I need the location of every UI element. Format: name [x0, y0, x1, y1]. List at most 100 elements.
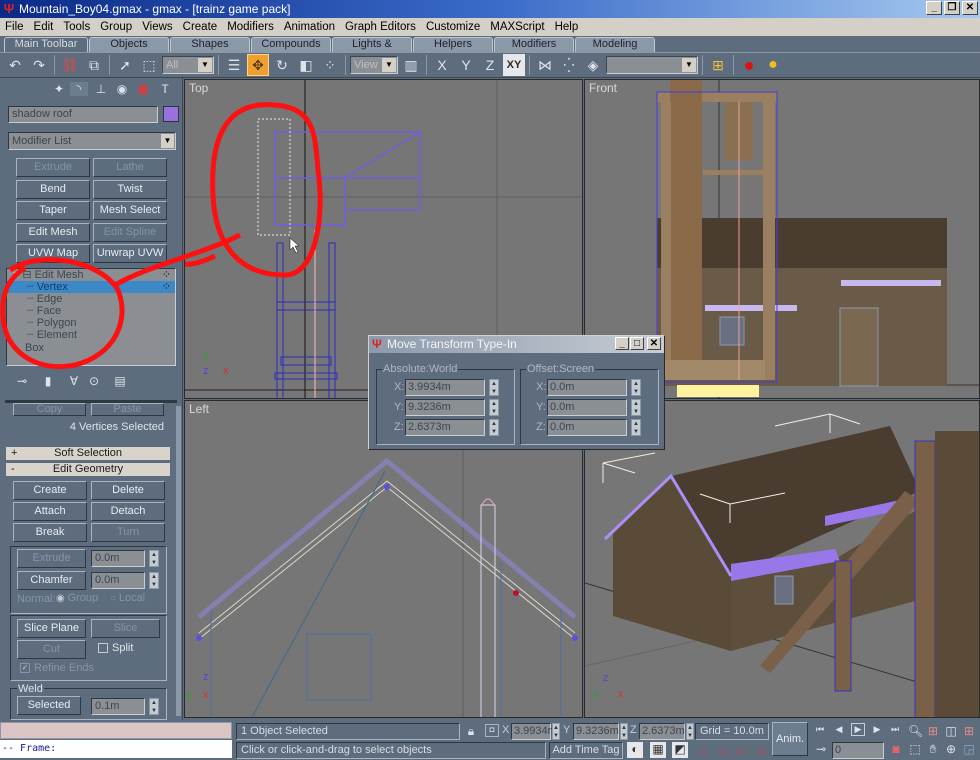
- off-x-spinner[interactable]: ▲ ▼: [631, 379, 641, 396]
- split-checkbox[interactable]: [98, 643, 108, 653]
- modifier-unwrap-uvw-button[interactable]: Unwrap UVW: [93, 244, 167, 263]
- modifier-list-dropdown[interactable]: Modifier List ▼: [8, 132, 176, 150]
- weld-spinner[interactable]: ▲ ▼: [149, 698, 159, 715]
- percent-snap-icon[interactable]: ⌓: [734, 742, 748, 757]
- previous-frame-icon[interactable]: ◀: [832, 724, 846, 735]
- weld-selected-button[interactable]: Selected: [17, 696, 81, 715]
- viewport-label-left[interactable]: Left: [189, 402, 209, 416]
- collapse-icon[interactable]: ⊟: [22, 269, 31, 281]
- tab-lights-cameras[interactable]: Lights & Cameras: [332, 37, 412, 63]
- chamfer-button[interactable]: Chamfer: [17, 571, 86, 590]
- select-by-name-icon[interactable]: ☰: [223, 54, 245, 76]
- restore-button[interactable]: ❐: [944, 1, 960, 15]
- modify-tab-icon[interactable]: ◝: [70, 82, 88, 96]
- viewport-label-front[interactable]: Front: [589, 81, 617, 95]
- time-configuration-icon[interactable]: ◙: [889, 742, 903, 756]
- off-y-spinner[interactable]: ▲ ▼: [631, 399, 641, 416]
- animate-toggle-button[interactable]: Anim.: [772, 722, 808, 756]
- reference-coordinate-dropdown[interactable]: View ▼: [350, 56, 398, 74]
- cut-button[interactable]: Cut: [17, 640, 86, 659]
- tab-helpers[interactable]: Helpers: [413, 37, 493, 52]
- abs-z-field[interactable]: 2.6373m: [405, 419, 485, 436]
- angle-snap-icon[interactable]: ⌓: [716, 742, 730, 757]
- menu-views[interactable]: Views: [137, 21, 177, 33]
- abs-x-field[interactable]: 3.9934m: [405, 379, 485, 396]
- stack-item-box[interactable]: Box: [7, 342, 175, 354]
- weld-threshold-field[interactable]: 0.1m: [91, 698, 145, 715]
- viewport-label-top[interactable]: Top: [189, 81, 208, 95]
- select-and-link-icon[interactable]: ⛓: [59, 54, 81, 76]
- chamfer-amount-field[interactable]: 0.0m: [91, 572, 145, 589]
- tab-objects[interactable]: Objects: [89, 37, 169, 52]
- grid-snap-icon[interactable]: ▦: [650, 742, 666, 758]
- menu-tools[interactable]: Tools: [58, 21, 95, 33]
- extrude-button[interactable]: Extrude: [17, 549, 86, 568]
- zoom-extents-all-icon[interactable]: ⊞: [962, 724, 976, 738]
- named-selection-dropdown[interactable]: ▼: [606, 56, 698, 74]
- zoom-icon[interactable]: 🔍︎: [908, 724, 923, 738]
- select-and-rotate-icon[interactable]: ↻: [271, 54, 293, 76]
- abs-y-spinner[interactable]: ▲ ▼: [489, 399, 499, 416]
- break-button[interactable]: Break: [13, 523, 87, 542]
- pan-icon[interactable]: ✋︎: [926, 742, 940, 757]
- current-frame-field[interactable]: 0: [832, 742, 884, 759]
- zoom-extents-icon[interactable]: ◫: [944, 724, 958, 738]
- lightbulb-icon[interactable]: ♀: [11, 269, 19, 281]
- paste-button[interactable]: Paste: [91, 403, 164, 416]
- restrict-x-button[interactable]: X: [431, 54, 453, 76]
- close-button[interactable]: ✕: [962, 1, 978, 15]
- menu-file[interactable]: File: [0, 21, 29, 33]
- x-coord-field[interactable]: 3.9934m: [511, 723, 557, 740]
- menu-create[interactable]: Create: [178, 21, 223, 33]
- key-mode-icon[interactable]: ⊸: [813, 742, 829, 756]
- x-coord-spinner[interactable]: ▲ ▼: [552, 723, 560, 740]
- tab-shapes[interactable]: Shapes: [170, 37, 250, 52]
- dialog-title-bar[interactable]: Ψ Move Transform Type-In _ □ ✕: [369, 336, 664, 353]
- pivot-center-icon[interactable]: ⁘: [319, 54, 341, 76]
- modifier-mesh-select-button[interactable]: Mesh Select: [93, 201, 167, 220]
- z-coord-field[interactable]: 2.6373m: [639, 723, 685, 740]
- modifier-taper-button[interactable]: Taper: [16, 201, 90, 220]
- extrude-amount-field[interactable]: 0.0m: [91, 550, 145, 567]
- go-to-start-icon[interactable]: ⏮: [813, 724, 827, 735]
- utilities-tab-icon[interactable]: T: [156, 82, 174, 96]
- abs-x-spinner[interactable]: ▲ ▼: [489, 379, 499, 396]
- arc-rotate-icon[interactable]: ⊕: [944, 742, 958, 756]
- create-button[interactable]: Create: [13, 481, 87, 500]
- zoom-all-icon[interactable]: ⊞: [926, 724, 940, 738]
- menu-group[interactable]: Group: [95, 21, 137, 33]
- delete-button[interactable]: Delete: [91, 481, 165, 500]
- panel-scrollbar[interactable]: [176, 406, 181, 716]
- stack-item-face[interactable]: ┈ Face: [7, 305, 175, 317]
- attach-button[interactable]: Attach: [13, 502, 87, 521]
- go-to-end-icon[interactable]: ⏭: [888, 724, 902, 735]
- tab-modeling[interactable]: Modeling: [575, 37, 655, 52]
- create-tab-icon[interactable]: ✦: [50, 82, 68, 96]
- abs-z-spinner[interactable]: ▲ ▼: [489, 419, 499, 436]
- array-icon[interactable]: ⁛: [558, 54, 580, 76]
- restrict-z-button[interactable]: Z: [479, 54, 501, 76]
- object-color-swatch[interactable]: [163, 106, 179, 122]
- show-end-result-icon[interactable]: ▮: [40, 374, 56, 388]
- restrict-y-button[interactable]: Y: [455, 54, 477, 76]
- add-time-tag-button[interactable]: Add Time Tag: [549, 742, 623, 759]
- select-and-move-icon[interactable]: ✥: [247, 54, 269, 76]
- unlink-selection-icon[interactable]: ⧉: [83, 54, 105, 76]
- slice-plane-button[interactable]: Slice Plane: [17, 619, 86, 638]
- select-object-icon[interactable]: ➚: [114, 54, 136, 76]
- remove-modifier-icon[interactable]: ⊙: [86, 374, 102, 388]
- refine-ends-checkbox[interactable]: ✓: [20, 663, 30, 673]
- object-name-field[interactable]: shadow roof: [8, 106, 158, 123]
- detach-button[interactable]: Detach: [91, 502, 165, 521]
- tab-main-toolbar[interactable]: Main Toolbar: [4, 37, 88, 52]
- mirror-icon[interactable]: ⋈: [534, 54, 556, 76]
- motion-tab-icon[interactable]: ◉: [113, 82, 131, 96]
- spinner-snap-icon[interactable]: ⌓: [755, 742, 769, 757]
- align-icon[interactable]: ◈: [582, 54, 604, 76]
- modifier-edit-mesh-button[interactable]: Edit Mesh: [16, 223, 90, 242]
- y-coord-field[interactable]: 9.3236m: [573, 723, 619, 740]
- modifier-edit-spline-button[interactable]: Edit Spline: [93, 223, 167, 242]
- render-scene-icon[interactable]: ●: [762, 54, 784, 76]
- maxscript-output[interactable]: [0, 722, 232, 739]
- menu-graph-editors[interactable]: Graph Editors: [340, 21, 421, 33]
